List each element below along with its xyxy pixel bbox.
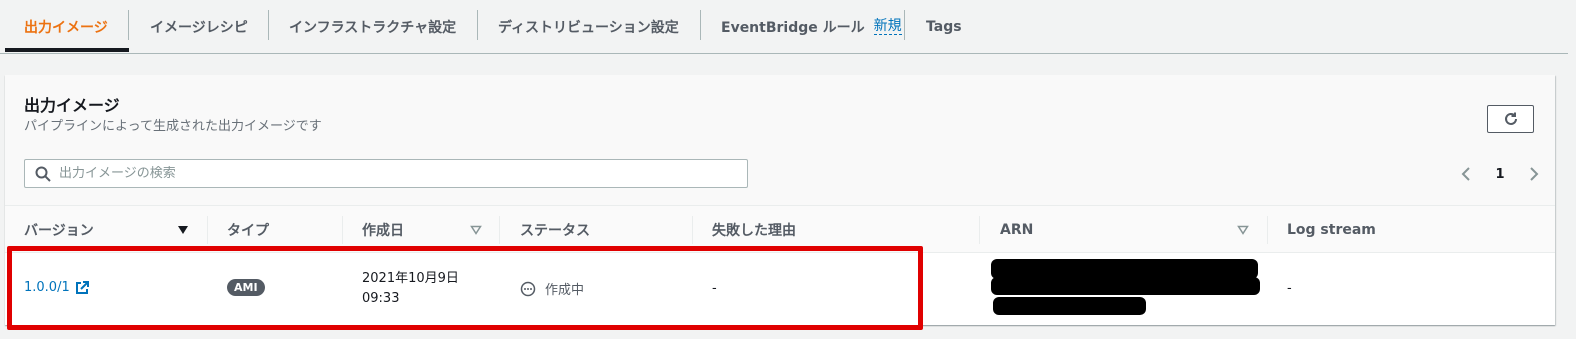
- tab-label: Tags: [926, 18, 962, 35]
- chevron-left-icon[interactable]: [1460, 166, 1472, 182]
- tab-label: インフラストラクチャ設定: [289, 19, 457, 36]
- column-divider: [1267, 216, 1268, 244]
- redacted-arn-line: [993, 297, 1146, 315]
- tab-bar: 出力イメージ イメージレシピ インフラストラクチャ設定 ディストリビューション設…: [0, 0, 1568, 54]
- tab-divider: [700, 10, 701, 40]
- arn-cell: [990, 259, 1260, 319]
- column-label: バージョン: [24, 223, 94, 239]
- column-header-log-stream[interactable]: Log stream: [1287, 206, 1376, 254]
- tab-distribution-settings[interactable]: ディストリビューション設定: [498, 0, 679, 53]
- tab-label: ディストリビューション設定: [498, 19, 679, 36]
- current-page[interactable]: 1: [1495, 167, 1504, 182]
- active-tab-indicator: [5, 48, 129, 52]
- search-field[interactable]: [24, 159, 748, 188]
- tab-infrastructure-settings[interactable]: インフラストラクチャ設定: [289, 0, 456, 53]
- tab-divider: [268, 10, 269, 40]
- column-label: ARN: [1000, 222, 1034, 238]
- redacted-arn-line: [991, 259, 1258, 279]
- redacted-arn-line: [991, 277, 1260, 295]
- tab-eventbridge-rules[interactable]: EventBridge ルール 新規: [721, 0, 902, 53]
- sort-desc-icon[interactable]: [177, 225, 189, 235]
- column-divider: [207, 216, 208, 244]
- chevron-right-icon[interactable]: [1528, 166, 1540, 182]
- tab-label: 出力イメージ: [24, 19, 108, 36]
- panel-title: 出力イメージ: [24, 96, 120, 115]
- tab-output-images[interactable]: 出力イメージ: [24, 0, 108, 53]
- tab-image-recipe[interactable]: イメージレシピ: [150, 0, 248, 53]
- column-label: ステータス: [520, 223, 590, 239]
- column-divider: [499, 216, 500, 244]
- column-label: タイプ: [227, 223, 269, 239]
- refresh-button[interactable]: [1487, 105, 1534, 133]
- column-header-arn[interactable]: ARN: [1000, 206, 1033, 254]
- refresh-icon: [1504, 112, 1517, 125]
- sort-icon[interactable]: [470, 225, 482, 235]
- column-divider: [692, 216, 693, 244]
- search-input[interactable]: [59, 166, 739, 181]
- tab-tags[interactable]: Tags: [926, 0, 962, 53]
- sort-icon[interactable]: [1237, 225, 1249, 235]
- new-badge: 新規: [873, 18, 902, 35]
- tab-label: イメージレシピ: [150, 19, 248, 36]
- column-divider: [979, 216, 980, 244]
- tab-divider: [477, 10, 478, 40]
- log-stream-cell: -: [1287, 281, 1292, 296]
- column-label: 作成日: [362, 223, 404, 239]
- pagination: 1: [1460, 163, 1540, 185]
- tab-divider: [128, 10, 129, 40]
- column-divider: [342, 216, 343, 244]
- panel-description: パイプラインによって生成された出力イメージです: [24, 119, 322, 134]
- panel-header: 出力イメージ パイプラインによって生成された出力イメージです 1: [5, 75, 1555, 205]
- search-icon: [35, 166, 51, 182]
- column-label: Log stream: [1287, 222, 1376, 238]
- tab-divider: [904, 10, 905, 40]
- highlight-box: [7, 246, 923, 330]
- column-label: 失敗した理由: [712, 223, 796, 239]
- tab-label: EventBridge ルール: [721, 19, 865, 36]
